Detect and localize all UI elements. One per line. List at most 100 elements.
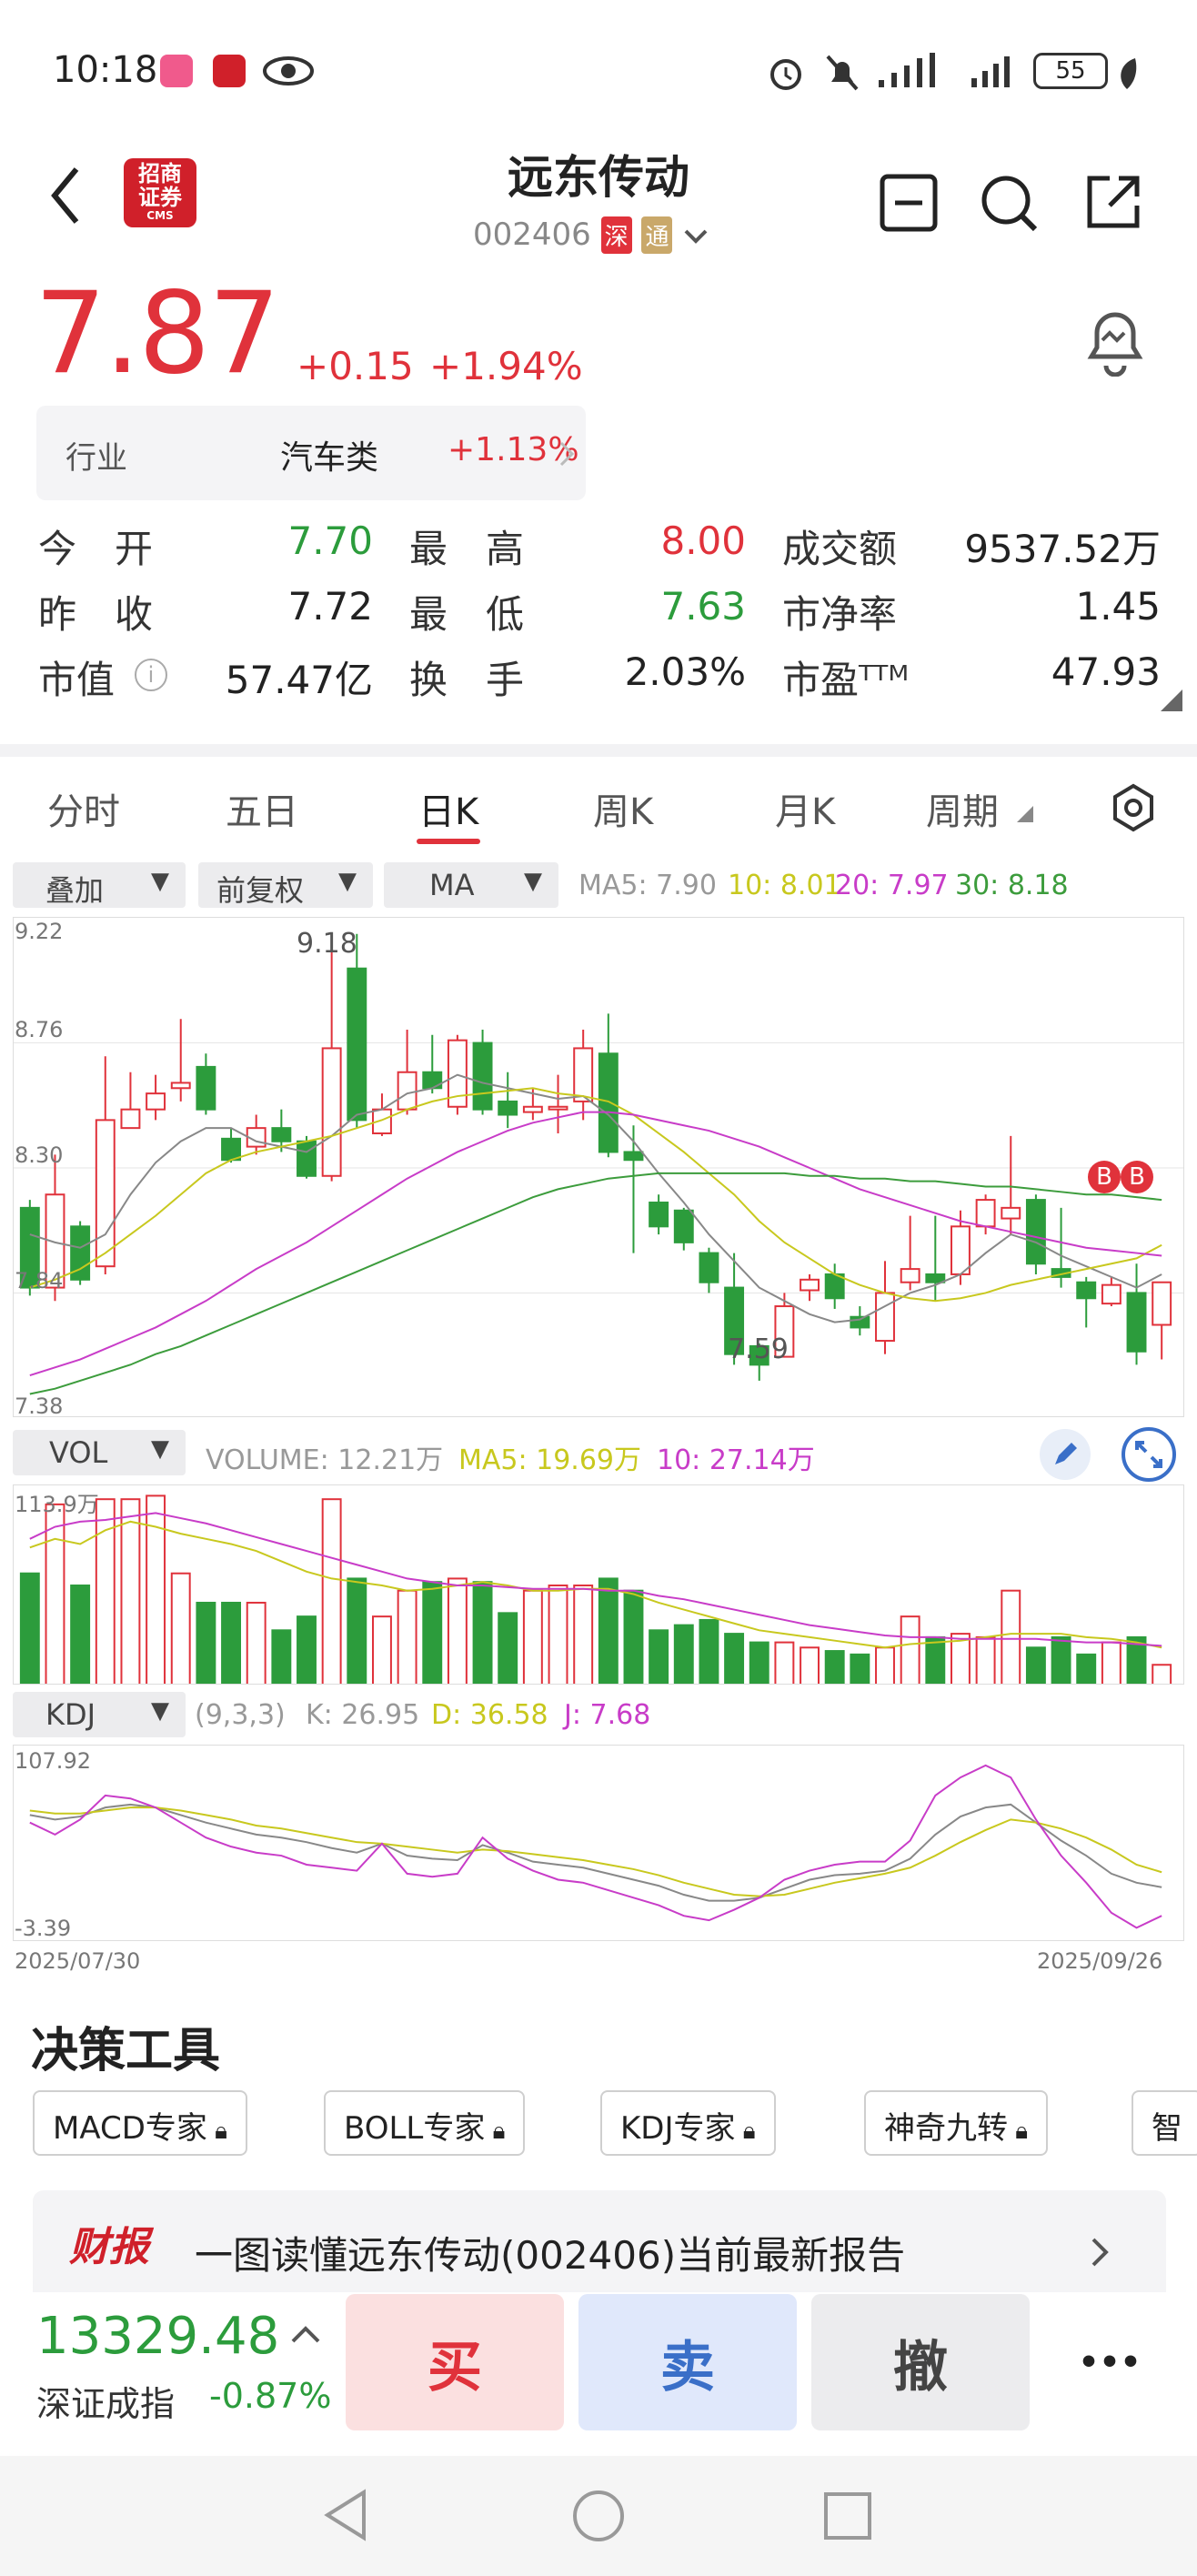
tab-monthly-k[interactable]: 月K — [775, 782, 835, 835]
candle-body — [699, 1252, 719, 1283]
volume-bar — [1025, 1646, 1046, 1684]
fullscreen-icon[interactable] — [1121, 1426, 1177, 1483]
price-alert-icon[interactable] — [1081, 302, 1150, 377]
ma20-line — [29, 1111, 1162, 1377]
cancel-order-button[interactable]: 撤 — [811, 2294, 1030, 2430]
volume-chart[interactable] — [13, 1484, 1184, 1685]
quote-value: 7.72 — [287, 584, 373, 629]
buy-signal-badge[interactable]: B — [1121, 1161, 1153, 1193]
period-triangle-icon — [1017, 806, 1033, 822]
max-price-label: 9.18 — [297, 928, 357, 960]
tool-button[interactable]: BOLL专家 🔒︎ — [324, 2090, 526, 2156]
tool-label: 智 — [1152, 2110, 1182, 2147]
share-icon[interactable] — [1082, 171, 1144, 233]
candle-body — [347, 967, 367, 1122]
candle-body — [649, 1202, 669, 1228]
settings-icon[interactable] — [1108, 782, 1159, 833]
buy-signal-badge[interactable]: B — [1088, 1161, 1121, 1193]
volume-bar — [372, 1615, 392, 1684]
volume-bar — [271, 1629, 292, 1684]
minimize-icon[interactable] — [879, 173, 939, 233]
candle-body — [548, 1105, 568, 1111]
nav-recents-icon[interactable] — [822, 2490, 873, 2541]
volume-bar — [800, 1646, 820, 1684]
expand-corner-icon[interactable] — [1161, 689, 1182, 711]
quote-value: 57.47亿 — [225, 658, 373, 702]
volume-bar — [95, 1498, 116, 1684]
candle-body — [951, 1225, 971, 1275]
buy-button[interactable]: 买 — [346, 2294, 564, 2430]
volume-bar — [548, 1585, 568, 1684]
badge-sz: 深 — [600, 216, 632, 254]
signal-icon-1 — [879, 53, 935, 87]
volume-bar — [146, 1494, 166, 1684]
candle-body — [498, 1100, 518, 1116]
candle-body — [573, 1047, 594, 1102]
vol-select[interactable]: VOL ▼ — [13, 1430, 186, 1475]
kline-chart[interactable] — [13, 917, 1184, 1417]
sell-button[interactable]: 卖 — [578, 2294, 797, 2430]
tool-button[interactable]: 智 — [1132, 2090, 1197, 2156]
kdj-select[interactable]: KDJ ▼ — [13, 1692, 186, 1737]
ma20-legend: 20: 7.97 — [835, 870, 949, 901]
candle-body — [875, 1292, 895, 1343]
volume-bar — [321, 1498, 342, 1684]
tab-weekly-k[interactable]: 周K — [593, 782, 653, 835]
quote-label: 换 手 — [409, 658, 525, 702]
more-button[interactable]: ••• — [1055, 2294, 1164, 2430]
nav-back-icon[interactable] — [318, 2487, 373, 2543]
volume-bar — [724, 1633, 745, 1684]
y-tick-bottom: 7.38 — [15, 1394, 64, 1419]
overlay-label: 叠加 — [45, 873, 105, 908]
volume-bar — [774, 1641, 795, 1684]
chevron-right-icon — [559, 441, 575, 467]
tab-daily-k[interactable]: 日K — [418, 782, 478, 835]
quote-label: 市值 — [38, 658, 116, 702]
volume-bar — [170, 1572, 191, 1684]
ma-select[interactable]: MA ▼ — [384, 862, 558, 908]
quote-value: 8.00 — [660, 518, 746, 563]
nav-home-icon[interactable] — [571, 2489, 626, 2543]
quote-label: 昨 收 — [38, 592, 154, 637]
tool-button[interactable]: MACD专家 🔒︎ — [33, 2090, 248, 2156]
tool-button[interactable]: KDJ专家 🔒︎ — [600, 2090, 776, 2156]
volume-bar — [120, 1498, 141, 1684]
volume-bar — [297, 1615, 317, 1684]
edit-icon[interactable] — [1039, 1428, 1091, 1481]
kdj-chart[interactable] — [13, 1745, 1184, 1941]
volume-bar — [19, 1572, 40, 1684]
tab-intraday[interactable]: 分时 — [47, 782, 120, 835]
volume-bar — [422, 1581, 443, 1684]
chevron-up-icon[interactable] — [287, 2319, 324, 2347]
info-icon[interactable]: i — [135, 659, 167, 691]
y-tick: 7.84 — [15, 1268, 64, 1293]
quote-label: 市净率 — [782, 592, 898, 637]
ma10-line — [29, 1087, 1162, 1303]
overlay-select[interactable]: 叠加 ▼ — [13, 862, 186, 908]
search-icon[interactable] — [979, 173, 1039, 233]
chevron-down-icon — [684, 229, 708, 244]
lock-icon: 🔒︎ — [485, 2118, 506, 2145]
vol-y-tick: 113.9万 — [15, 1492, 99, 1517]
app-notification-icon — [160, 55, 193, 87]
candle-body — [321, 1047, 342, 1177]
industry-panel[interactable]: 行业 汽车类 +1.13% — [36, 406, 586, 500]
ma10-legend: 10: 8.01 — [728, 870, 841, 901]
volume-bar — [1001, 1589, 1021, 1684]
candle-body — [196, 1065, 216, 1111]
dropdown-icon: ▼ — [151, 1697, 169, 1725]
tool-button[interactable]: 神奇九转 🔒︎ — [864, 2090, 1049, 2156]
adjust-select[interactable]: 前复权 ▼ — [198, 862, 373, 908]
ma30-legend: 30: 8.18 — [955, 870, 1069, 901]
stock-code-row[interactable]: 002406 深 通 — [473, 216, 709, 254]
tool-label: KDJ专家 — [620, 2110, 736, 2147]
volume-bar — [875, 1646, 895, 1684]
kdj-j-line — [29, 1764, 1162, 1929]
tab-five-day[interactable]: 五日 — [226, 782, 298, 835]
tab-period[interactable]: 周期 — [926, 782, 999, 835]
volume-bar — [749, 1641, 770, 1684]
stock-code: 002406 — [473, 216, 591, 253]
vol-ma10-legend: 10: 27.14万 — [657, 1444, 815, 1476]
report-banner[interactable]: 财报 一图读懂远东传动(002406)当前最新报告 — [33, 2190, 1166, 2292]
quote-label: 今 开 — [38, 527, 154, 571]
